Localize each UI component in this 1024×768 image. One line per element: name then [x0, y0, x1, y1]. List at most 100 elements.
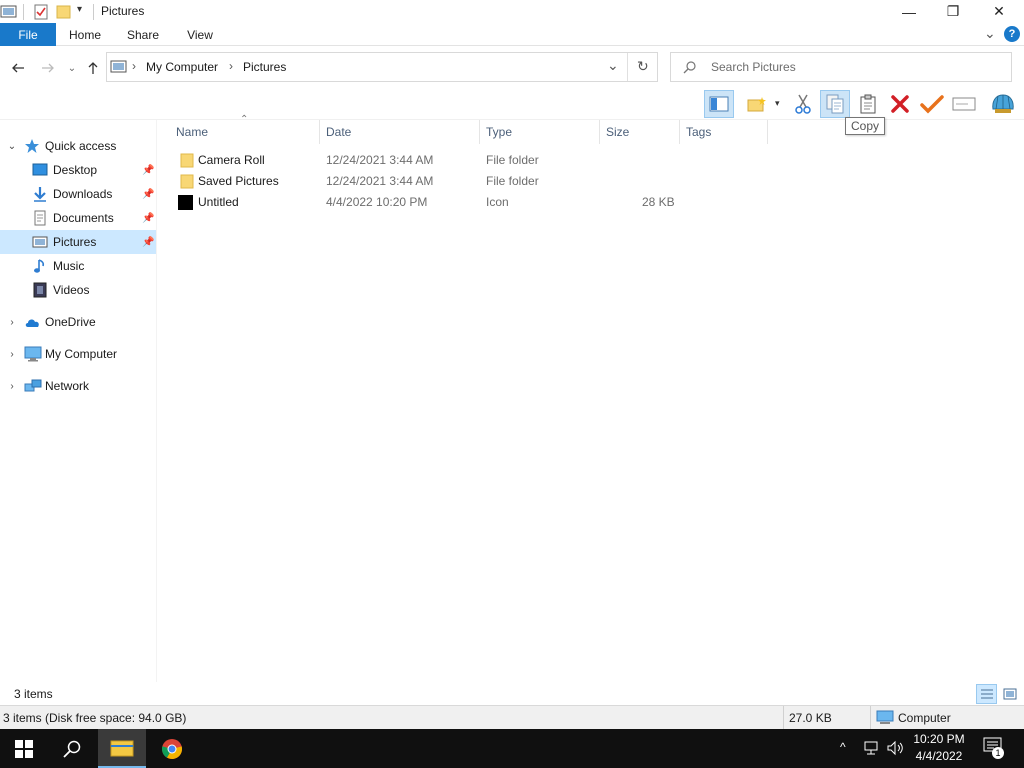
properties-icon[interactable]	[33, 3, 49, 21]
address-dropdown-icon[interactable]: ⌄	[607, 57, 619, 74]
video-icon	[32, 282, 48, 298]
new-folder-icon[interactable]	[56, 4, 72, 20]
nav-label: Network	[45, 379, 90, 393]
chevron-right-icon[interactable]: ›	[6, 381, 18, 392]
details-view-button[interactable]	[976, 684, 997, 704]
nav-item-pictures[interactable]: Pictures 📌	[0, 230, 156, 254]
column-header-type[interactable]: Type	[480, 120, 600, 144]
paste-button[interactable]	[853, 90, 883, 118]
nav-label: Desktop	[53, 163, 98, 177]
column-header-size[interactable]: Size	[600, 120, 680, 144]
folder-icon	[180, 173, 194, 192]
file-type: File folder	[486, 153, 539, 167]
window-title: Pictures	[101, 4, 145, 18]
recent-locations-button[interactable]: ⌄	[62, 58, 82, 78]
file-row-camera-roll[interactable]: Camera Roll 12/24/2021 3:44 AM File fold…	[170, 150, 680, 171]
start-button[interactable]	[0, 729, 48, 768]
search-box[interactable]: Search Pictures	[670, 52, 1012, 82]
address-bar[interactable]: › My Computer › Pictures ⌄ ↻	[106, 52, 658, 82]
new-folder-dropdown-icon[interactable]: ▾	[775, 98, 780, 109]
nav-item-network[interactable]: › Network	[0, 374, 156, 398]
close-icon: ✕	[993, 3, 1005, 19]
tab-home[interactable]: Home	[60, 23, 110, 46]
nav-item-quick-access[interactable]: ⌄ Quick access	[0, 134, 156, 158]
taskbar-chrome[interactable]	[148, 729, 196, 768]
nav-label: OneDrive	[45, 315, 96, 329]
chevron-right-icon[interactable]: ›	[6, 317, 18, 328]
copy-icon	[826, 94, 844, 114]
window-pictures-icon[interactable]	[0, 4, 18, 20]
nav-item-onedrive[interactable]: › OneDrive	[0, 310, 156, 334]
search-input[interactable]: Search Pictures	[711, 60, 796, 74]
pin-icon[interactable]: 📌	[142, 237, 154, 248]
maximize-button[interactable]: ❐	[930, 0, 976, 23]
network-status-icon[interactable]	[862, 740, 880, 759]
cloud-icon	[24, 314, 40, 330]
notifications-button[interactable]: 1	[983, 737, 1005, 759]
taskbar-search-button[interactable]	[48, 729, 96, 768]
nav-item-downloads[interactable]: Downloads 📌	[0, 182, 156, 206]
cut-button[interactable]	[788, 90, 818, 118]
file-row-untitled[interactable]: Untitled 4/4/2022 10:20 PM Icon 28 KB	[170, 192, 680, 213]
help-icon[interactable]: ?	[1004, 26, 1020, 42]
file-name: Camera Roll	[198, 153, 265, 167]
properties-button[interactable]	[917, 90, 947, 118]
tab-file[interactable]: File	[0, 23, 56, 46]
taskbar-file-explorer[interactable]	[98, 729, 146, 768]
status-bar: 3 items	[0, 682, 1024, 705]
rename-icon	[952, 97, 976, 111]
breadcrumb-separator[interactable]: ›	[229, 59, 233, 73]
nav-item-desktop[interactable]: Desktop 📌	[0, 158, 156, 182]
up-button[interactable]	[83, 58, 103, 78]
expand-ribbon-icon[interactable]: ⌄	[984, 25, 996, 42]
pictures-icon	[32, 234, 48, 250]
file-date: 4/4/2022 10:20 PM	[326, 195, 428, 209]
chevron-down-icon[interactable]: ⌄	[6, 141, 18, 152]
star-icon	[24, 138, 40, 154]
file-row-saved-pictures[interactable]: Saved Pictures 12/24/2021 3:44 AM File f…	[170, 171, 680, 192]
tab-share[interactable]: Share	[118, 23, 168, 46]
delete-button[interactable]	[885, 90, 915, 118]
pin-icon[interactable]: 📌	[142, 165, 154, 176]
pin-icon[interactable]: 📌	[142, 213, 154, 224]
clipboard-icon	[860, 94, 876, 114]
breadcrumb-my-computer[interactable]: My Computer	[146, 60, 218, 74]
internet-button[interactable]	[988, 90, 1018, 118]
show-hidden-icons-icon[interactable]: ^	[840, 740, 846, 754]
clock-date: 4/4/2022	[915, 749, 963, 763]
music-icon	[32, 258, 48, 274]
breadcrumb-separator[interactable]: ›	[132, 59, 136, 73]
minimize-button[interactable]: —	[886, 0, 932, 23]
column-header-name[interactable]: Name	[170, 120, 320, 144]
back-button[interactable]	[8, 58, 28, 78]
search-icon	[683, 60, 697, 77]
refresh-icon[interactable]: ↻	[637, 58, 649, 75]
copy-button[interactable]	[820, 90, 850, 118]
chevron-right-icon[interactable]: ›	[6, 349, 18, 360]
nav-item-documents[interactable]: Documents 📌	[0, 206, 156, 230]
maximize-icon: ❐	[946, 3, 960, 19]
column-header-date[interactable]: Date	[320, 120, 480, 144]
delete-x-icon	[891, 95, 909, 113]
checkmark-icon	[920, 95, 944, 114]
black-icon-file	[178, 194, 194, 213]
tab-view[interactable]: View	[175, 23, 225, 46]
nav-item-videos[interactable]: Videos	[0, 278, 156, 302]
forward-button[interactable]	[38, 58, 58, 78]
large-icons-view-button[interactable]	[999, 684, 1020, 704]
breadcrumb-pictures[interactable]: Pictures	[243, 60, 286, 74]
nav-label: Documents	[53, 211, 114, 225]
rename-button[interactable]	[949, 90, 979, 118]
close-button[interactable]: ✕	[976, 0, 1022, 23]
nav-item-my-computer[interactable]: › My Computer	[0, 342, 156, 366]
nav-item-music[interactable]: Music	[0, 254, 156, 278]
details-status-bar: 3 items (Disk free space: 94.0 GB) 27.0 …	[0, 705, 1024, 729]
preview-pane-button[interactable]	[704, 90, 734, 118]
column-header-tags[interactable]: Tags	[680, 120, 768, 144]
volume-icon[interactable]	[886, 740, 904, 759]
taskbar-clock[interactable]: 10:20 PM 4/4/2022	[905, 731, 973, 765]
new-folder-button[interactable]	[742, 90, 772, 118]
pin-icon[interactable]: 📌	[142, 189, 154, 200]
customize-dropdown-icon[interactable]: ▾	[77, 4, 82, 15]
new-folder-star-icon	[747, 97, 766, 112]
